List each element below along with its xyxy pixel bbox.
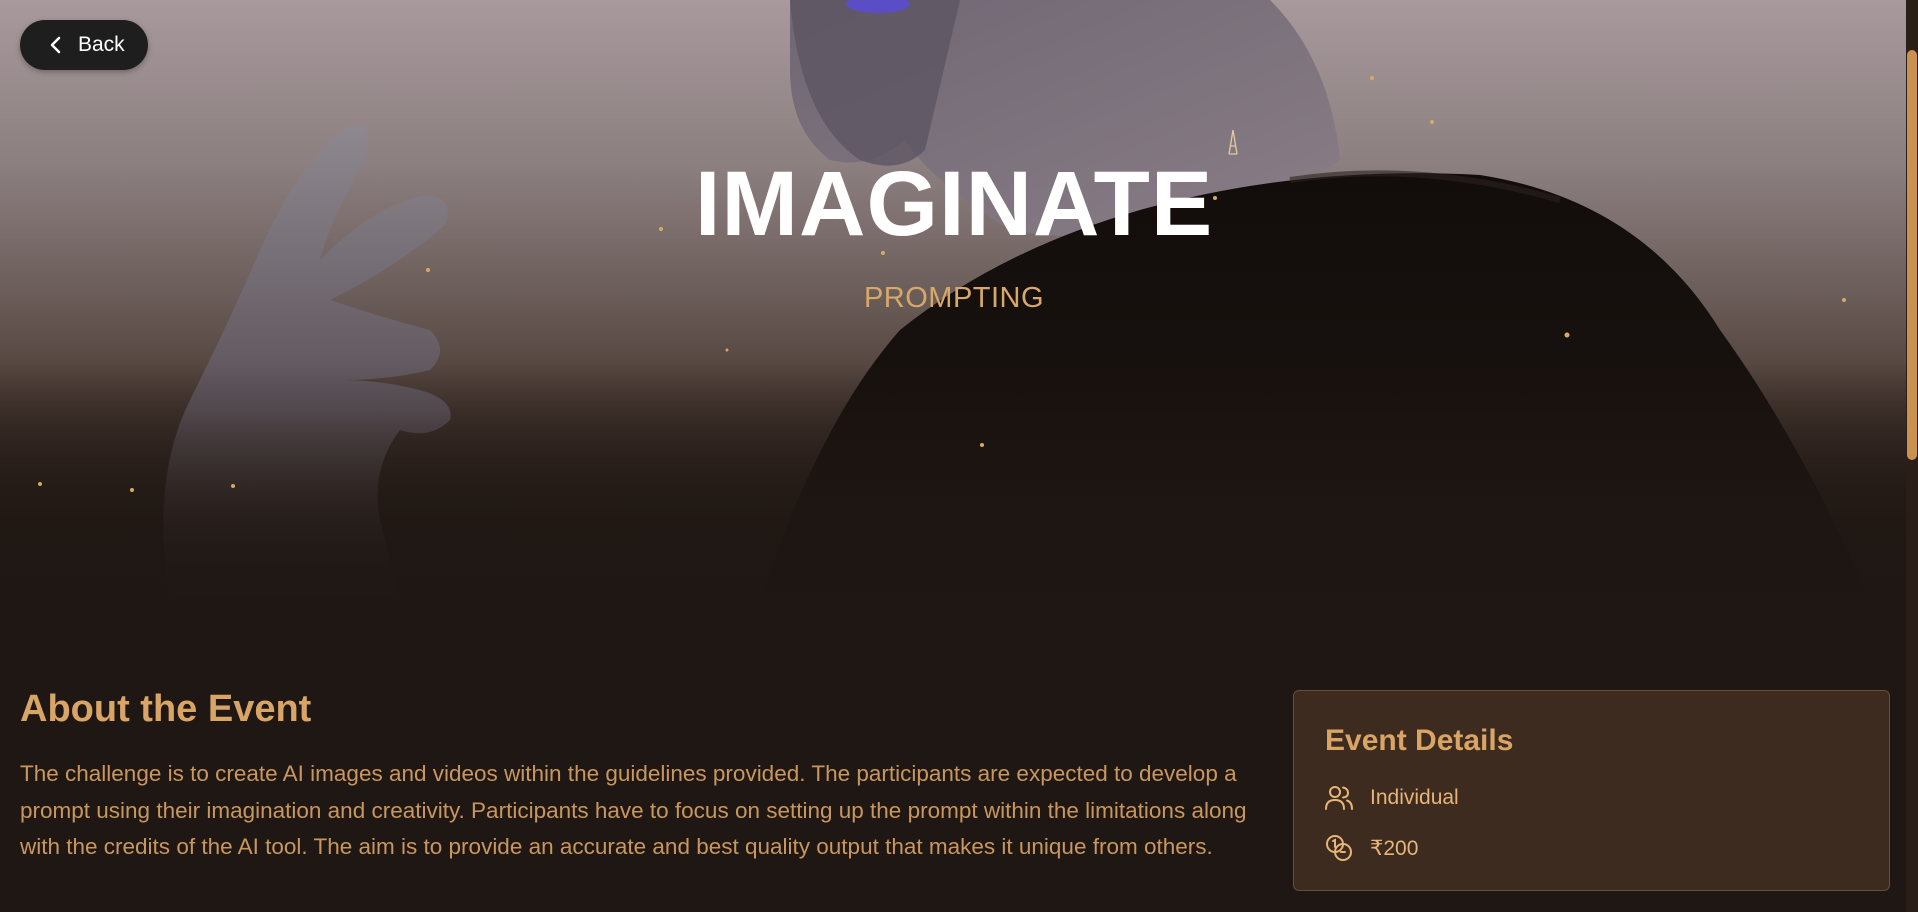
detail-participation-label: Individual — [1370, 786, 1459, 809]
users-icon — [1324, 783, 1354, 813]
detail-participation-type: Individual — [1324, 783, 1459, 813]
detail-fee-label: ₹200 — [1370, 836, 1419, 860]
back-button-label: Back — [78, 33, 125, 56]
back-button[interactable]: Back — [20, 20, 148, 70]
coins-icon — [1324, 833, 1354, 863]
chevron-left-icon — [48, 36, 64, 54]
hero-background-image — [0, 0, 1918, 660]
hero-banner: Back IMAGINATE PROMPTING — [0, 0, 1918, 660]
event-details-title: Event Details — [1325, 724, 1514, 757]
event-details-card: Event Details Individual ₹200 — [1293, 690, 1890, 891]
about-heading: About the Event — [20, 688, 312, 730]
event-page: Back IMAGINATE PROMPTING About the Event… — [0, 0, 1918, 912]
about-description: The challenge is to create AI images and… — [20, 761, 1247, 859]
detail-fee: ₹200 — [1324, 833, 1418, 863]
scrollbar-thumb[interactable] — [1907, 50, 1917, 460]
event-title: IMAGINATE — [694, 153, 1214, 255]
page-scrollbar[interactable] — [1906, 0, 1918, 912]
event-category: PROMPTING — [863, 282, 1045, 314]
